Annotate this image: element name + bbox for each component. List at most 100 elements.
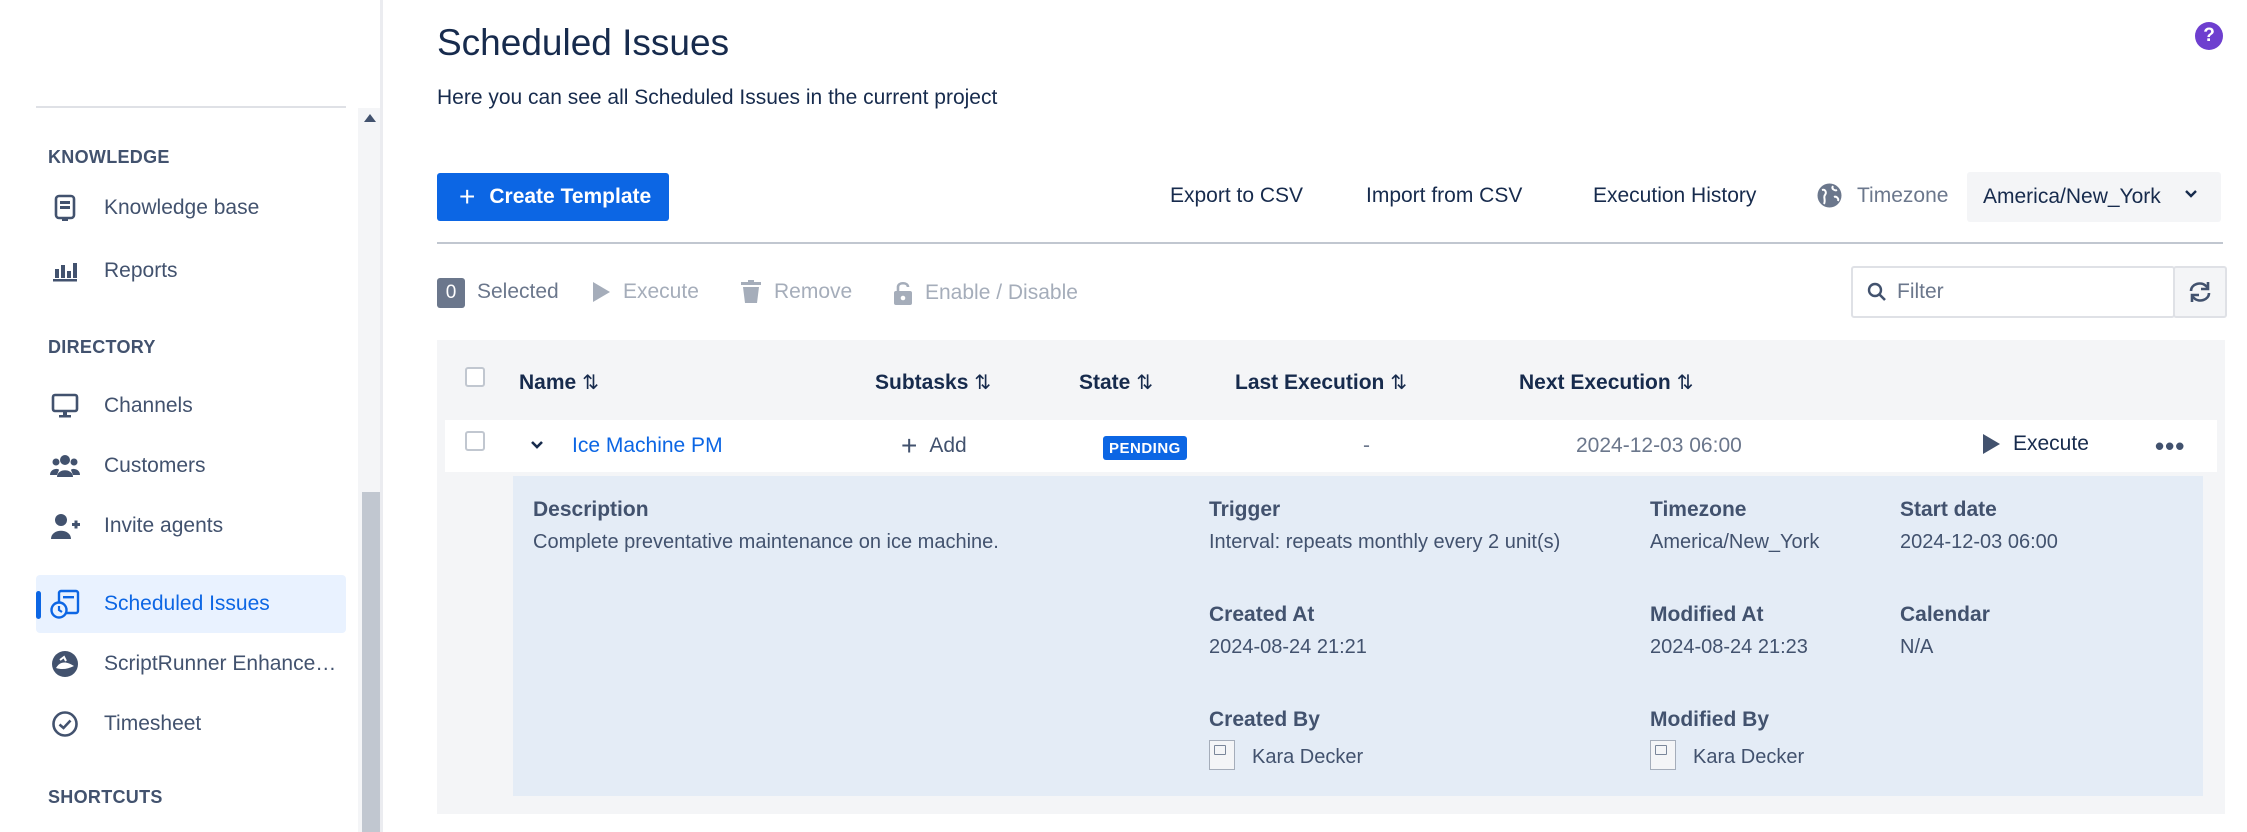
scriptrunner-icon (50, 649, 80, 679)
filter-placeholder: Filter (1897, 280, 1944, 303)
row-checkbox[interactable] (465, 431, 485, 451)
bulk-enable-disable-button[interactable]: Enable / Disable (893, 280, 1078, 306)
selected-count-badge: 0 (437, 278, 465, 308)
page-title: Scheduled Issues (437, 22, 730, 63)
sidebar-item-label: Channels (104, 394, 193, 417)
trash-icon (741, 280, 761, 303)
sidebar-item-channels[interactable]: Channels (36, 377, 346, 435)
sidebar-item-label: Timesheet (104, 712, 202, 735)
sort-icon: ⇅ (582, 372, 599, 394)
last-execution-value: - (1363, 434, 1370, 457)
sidebar-scroll-thumb[interactable] (362, 492, 380, 832)
modified-at-value: 2024-08-24 21:23 (1650, 636, 1808, 658)
sidebar-item-knowledge-base[interactable]: Knowledge base (36, 179, 346, 237)
modified-by-value: Kara Decker (1693, 746, 1805, 768)
calendar-label: Calendar (1900, 603, 1990, 626)
row-execute-label: Execute (2013, 432, 2089, 455)
detail-timezone-value: America/New_York (1650, 531, 1820, 553)
sidebar-item-reports[interactable]: Reports (36, 242, 346, 300)
sidebar-item-customers[interactable]: Customers (36, 437, 346, 495)
sidebar-item-label: ScriptRunner Enhanced... (104, 652, 344, 675)
filter-input[interactable]: Filter (1851, 266, 2175, 318)
template-name-link[interactable]: Ice Machine PM (572, 434, 723, 458)
toolbar-divider (437, 242, 2223, 244)
section-heading-knowledge: KNOWLEDGE (48, 147, 170, 167)
check-circle-icon (50, 709, 80, 739)
sidebar-item-scriptrunner[interactable]: ScriptRunner Enhanced... (36, 635, 346, 693)
create-template-button[interactable]: + Create Template (437, 173, 669, 221)
export-csv-button[interactable]: Export to CSV (1170, 184, 1303, 208)
monitor-icon (50, 391, 80, 421)
sidebar-item-invite-agents[interactable]: Invite agents (36, 497, 346, 555)
sort-icon: ⇅ (1390, 372, 1408, 394)
bar-chart-icon (50, 256, 80, 286)
timezone-value: America/New_York (1983, 185, 2161, 208)
more-actions-icon[interactable]: ••• (2155, 433, 2185, 459)
plus-icon: + (901, 430, 918, 461)
column-header-label: Last Execution (1235, 370, 1385, 394)
bulk-remove-label: Remove (774, 280, 853, 303)
column-header-label: Name (519, 370, 577, 394)
add-subtask-label: Add (929, 434, 967, 457)
globe-icon (1817, 183, 1842, 208)
bulk-enable-label: Enable / Disable (925, 281, 1078, 304)
add-subtask-button[interactable]: + Add (901, 432, 967, 460)
modified-by-label: Modified By (1650, 708, 1769, 731)
search-icon (1867, 282, 1886, 301)
section-heading-directory: DIRECTORY (48, 337, 156, 357)
import-csv-button[interactable]: Import from CSV (1366, 184, 1522, 208)
created-at-value: 2024-08-24 21:21 (1209, 636, 1367, 658)
sidebar-divider (36, 106, 346, 108)
next-execution-value: 2024-12-03 06:00 (1576, 434, 1742, 457)
column-header-label: Next Execution (1519, 370, 1671, 394)
calendar-value: N/A (1900, 636, 1934, 658)
refresh-icon (2189, 282, 2211, 302)
scroll-up-arrow-icon[interactable] (364, 114, 376, 122)
active-indicator (36, 591, 41, 619)
bulk-remove-button[interactable]: Remove (740, 280, 852, 304)
sort-icon: ⇅ (974, 372, 992, 394)
create-template-label: Create Template (489, 185, 652, 208)
refresh-button[interactable] (2173, 266, 2227, 318)
person-add-icon (50, 511, 80, 541)
sidebar: KNOWLEDGE Knowledge base Reports DIRECTO… (0, 0, 383, 832)
column-header-state[interactable]: State ⇅ (1079, 370, 1153, 395)
description-value: Complete preventative maintenance on ice… (533, 531, 999, 553)
selected-label: Selected (477, 280, 559, 303)
timezone-select[interactable]: America/New_York (1967, 172, 2221, 222)
sidebar-item-timesheet[interactable]: Timesheet (36, 695, 346, 753)
timezone-label: Timezone (1857, 184, 1949, 207)
trigger-label: Trigger (1209, 498, 1281, 521)
detail-timezone-label: Timezone (1650, 498, 1747, 521)
sidebar-item-label: Invite agents (104, 514, 224, 537)
sidebar-item-scheduled-issues[interactable]: Scheduled Issues (36, 575, 346, 633)
sort-icon: ⇅ (1676, 372, 1694, 394)
select-all-checkbox[interactable] (465, 367, 485, 387)
help-icon[interactable]: ? (2195, 22, 2223, 50)
row-execute-button[interactable]: Execute (1981, 432, 2089, 456)
sidebar-item-label: Customers (104, 454, 206, 477)
column-header-name[interactable]: Name ⇅ (519, 370, 599, 395)
start-date-label: Start date (1900, 498, 1997, 521)
main-content: Scheduled Issues Here you can see all Sc… (383, 0, 2247, 832)
execution-history-button[interactable]: Execution History (1593, 184, 1756, 208)
sort-icon: ⇅ (1136, 372, 1154, 394)
column-header-next-execution[interactable]: Next Execution ⇅ (1519, 370, 1693, 395)
plus-icon: + (459, 181, 476, 212)
chevron-down-icon[interactable] (529, 438, 545, 452)
page-description: Here you can see all Scheduled Issues in… (437, 86, 998, 109)
column-header-last-execution[interactable]: Last Execution ⇅ (1235, 370, 1407, 395)
play-icon (1983, 434, 2000, 454)
column-header-label: Subtasks (875, 370, 969, 394)
created-by-value: Kara Decker (1252, 746, 1364, 768)
scheduled-clock-icon (50, 589, 80, 619)
status-badge: PENDING (1103, 436, 1187, 460)
sidebar-item-label: Scheduled Issues (104, 592, 270, 615)
created-by-label: Created By (1209, 708, 1320, 731)
bulk-execute-button[interactable]: Execute (591, 280, 699, 304)
sidebar-item-label: Knowledge base (104, 196, 260, 219)
avatar (1209, 740, 1235, 770)
trigger-value: Interval: repeats monthly every 2 unit(s… (1209, 531, 1561, 553)
start-date-value: 2024-12-03 06:00 (1900, 531, 2058, 553)
column-header-subtasks[interactable]: Subtasks ⇅ (875, 370, 991, 395)
